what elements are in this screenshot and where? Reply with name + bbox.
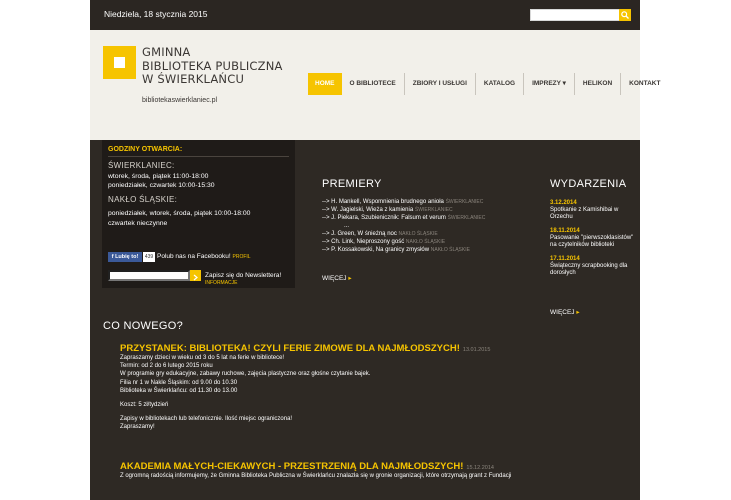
- main-nav: HOME O BIBLIOTECE ZBIORY I USŁUGI KATALO…: [308, 73, 668, 95]
- site-title-line: GMINNA: [142, 45, 191, 59]
- site-title-line: BIBLIOTEKA PUBLICZNA: [142, 58, 283, 73]
- article-title[interactable]: PRZYSTANEK: BIBLIOTEKA! CZYLI FERIE ZIMO…: [120, 343, 630, 354]
- facebook-promo: Polub nas na Facebooku! PROFIL: [157, 253, 251, 260]
- premiere-location: NAKŁO ŚLĄSKIE: [430, 247, 470, 253]
- article-text: Termin: od 2 do 6 lutego 2015 roku: [120, 363, 213, 370]
- logo-square-icon: [114, 57, 125, 68]
- event-item[interactable]: 18.11.2014 Pasowanie "pierwszoklasistów"…: [550, 228, 635, 249]
- main-content: GODZINY OTWARCIA: ŚWIERKLANIEC: wtorek, …: [90, 140, 640, 500]
- premiere-location: ŚWIERKLANIEC: [414, 207, 453, 213]
- site-header: GMINNA BIBLIOTEKA PUBLICZNA W ŚWIERKLAŃC…: [90, 30, 660, 140]
- article-text: Zapraszamy dzieci w wieku od 3 do 5 lat …: [120, 355, 285, 361]
- article-text: Zapraszamy!: [120, 424, 155, 431]
- current-date: Niedziela, 18 stycznia 2015: [104, 9, 208, 19]
- premiere-location: NAKŁO ŚLĄSKIE: [398, 231, 438, 237]
- nav-zbiory-i-uslugi[interactable]: ZBIORY I USŁUGI: [405, 73, 476, 95]
- site-title[interactable]: GMINNA BIBLIOTEKA PUBLICZNA W ŚWIERKLAŃC…: [142, 45, 283, 87]
- wydarzenia-list: 3.12.2014 Spotkanie z Kamishibai w Orzec…: [550, 200, 635, 284]
- search-button[interactable]: [619, 9, 631, 21]
- location-naklo-slaskie: NAKŁO ŚLĄSKIE:: [108, 195, 178, 204]
- article-text: W programie gry edukacyjne, zabawy rucho…: [120, 371, 371, 378]
- newsletter-submit-button[interactable]: [190, 270, 201, 281]
- search-icon: [621, 11, 629, 19]
- premiere-title: --> J. Piekara, Szubienicznik: Falsum et…: [322, 215, 446, 221]
- premiery-heading: PREMIERY: [322, 178, 382, 190]
- news-article: PRZYSTANEK: BIBLIOTEKA! CZYLI FERIE ZIMO…: [120, 343, 630, 432]
- opening-hours-panel: GODZINY OTWARCIA: ŚWIERKLANIEC: wtorek, …: [102, 140, 295, 288]
- nav-home[interactable]: HOME: [308, 73, 342, 95]
- article-text: Filia nr 1 w Nakle Śląskim: od 9.00 do 1…: [120, 379, 238, 386]
- premiere-title: --> H. Mankell, Wspomnienia brudnego ani…: [322, 199, 444, 205]
- newsletter-promo: Zapisz się do Newslettera! INFORMACJE: [205, 272, 295, 286]
- nav-o-bibliotece[interactable]: O BIBLIOTECE: [342, 73, 405, 95]
- facebook-profile-link[interactable]: PROFIL: [233, 254, 251, 260]
- event-date: 3.12.2014: [550, 200, 577, 206]
- premiere-location: NAKŁO ŚLĄSKIE: [405, 239, 446, 245]
- wydarzenia-more-link[interactable]: WIĘCEJ ▸: [550, 308, 580, 316]
- premiere-title: --> P. Kossakowski, Na granicy zmysłów: [322, 247, 430, 253]
- premiery-more-link[interactable]: WIĘCEJ ▸: [322, 274, 352, 282]
- premiere-item[interactable]: --> Ch. Link, Nieproszony gość NAKŁO ŚLĄ…: [322, 238, 485, 246]
- event-date: 17.11.2014: [550, 256, 580, 262]
- news-heading: CO NOWEGO?: [103, 320, 184, 332]
- event-title: Świąteczny scrapbooking dla dorosłych: [550, 263, 628, 276]
- hours-line: czwartek nieczynne: [108, 220, 168, 227]
- premiere-title: --> Ch. Link, Nieproszony gość: [322, 239, 405, 245]
- article-title-text: AKADEMIA MAŁYCH-CIEKAWYCH - PRZESTRZENIĄ…: [120, 461, 464, 472]
- arrow-right-icon: ▸: [576, 309, 580, 316]
- divider: [108, 156, 289, 157]
- opening-hours-title: GODZINY OTWARCIA:: [108, 146, 183, 153]
- premiere-item[interactable]: --> J. Green, W śnieżną noc NAKŁO ŚLĄSKI…: [322, 230, 485, 238]
- hours-line: wtorek, środa, piątek 11:00-18:00: [108, 173, 209, 180]
- premiere-item[interactable]: --> J. Piekara, Szubienicznik: Falsum et…: [322, 214, 485, 222]
- article-text: Biblioteka w Świerklańcu: od 11.30 do 13…: [120, 387, 238, 394]
- facebook-promo-text: Polub nas na Facebooku!: [157, 253, 231, 260]
- search-input[interactable]: [530, 9, 620, 21]
- news-article: AKADEMIA MAŁYCH-CIEKAWYCH - PRZESTRZENIĄ…: [120, 461, 630, 480]
- article-title-text: PRZYSTANEK: BIBLIOTEKA! CZYLI FERIE ZIMO…: [120, 343, 460, 354]
- chevron-right-icon: [193, 274, 198, 281]
- facebook-like-button[interactable]: f Lubię to!: [108, 252, 142, 262]
- article-text: Z ogromną radością informujemy, że Gminn…: [120, 473, 512, 479]
- page: Niedziela, 18 stycznia 2015 GMINNA BIBLI…: [90, 0, 660, 500]
- premiere-title: --> J. Green, W śnieżną noc: [322, 231, 397, 237]
- premiere-item[interactable]: --> W. Jagielski, Wieża z kamienia ŚWIER…: [322, 206, 485, 214]
- arrow-right-icon: ▸: [348, 275, 352, 282]
- premiery-ellipsis: ...: [344, 223, 350, 229]
- event-title: Spotkanie z Kamishibai w Orzechu: [550, 207, 619, 220]
- newsletter-promo-text: Zapisz się do Newslettera!: [205, 272, 282, 279]
- premiery-list: --> H. Mankell, Wspomnienia brudnego ani…: [322, 198, 485, 254]
- event-item[interactable]: 17.11.2014 Świąteczny scrapbooking dla d…: [550, 256, 635, 277]
- premiere-item[interactable]: --> P. Kossakowski, Na granicy zmysłów N…: [322, 246, 485, 254]
- top-bar: Niedziela, 18 stycznia 2015: [90, 0, 640, 30]
- premiere-location: ŚWIERKLANIEC: [445, 199, 484, 205]
- more-label: WIĘCEJ: [322, 275, 347, 282]
- logo[interactable]: [103, 46, 136, 79]
- event-item[interactable]: 3.12.2014 Spotkanie z Kamishibai w Orzec…: [550, 200, 635, 221]
- nav-imprezy[interactable]: IMPREZY ▾: [524, 73, 575, 95]
- nav-kontakt[interactable]: KONTAKT: [621, 73, 668, 95]
- facebook-like-count: 439: [143, 252, 155, 262]
- hours-line: poniedziałek, czwartek 10:00-15:30: [108, 182, 215, 189]
- premiere-location: ŚWIERKLANIEC: [447, 215, 486, 221]
- nav-helikon[interactable]: HELIKON: [575, 73, 622, 95]
- more-label: WIĘCEJ: [550, 309, 575, 316]
- site-url: bibliotekaswierklaniec.pl: [142, 97, 218, 104]
- article-text: Zapisy w bibliotekach lub telefonicznie.…: [120, 416, 293, 423]
- newsletter-info-link[interactable]: INFORMACJE: [205, 280, 238, 286]
- article-date: 15.12.2014: [466, 465, 494, 471]
- newsletter-email-input[interactable]: [108, 270, 190, 281]
- premiere-title: --> W. Jagielski, Wieża z kamienia: [322, 207, 414, 213]
- site-title-line: W ŚWIERKLAŃCU: [142, 72, 245, 86]
- event-title: Pasowanie "pierwszoklasistów" na czyteln…: [550, 235, 634, 248]
- article-text: Koszt: 5 zł/tydzień: [120, 402, 169, 409]
- hours-line: poniedziałek, wtorek, środa, piątek 10:0…: [108, 210, 251, 217]
- nav-katalog[interactable]: KATALOG: [476, 73, 525, 95]
- location-swierklaniec: ŚWIERKLANIEC:: [108, 161, 175, 170]
- article-title[interactable]: AKADEMIA MAŁYCH-CIEKAWYCH - PRZESTRZENIĄ…: [120, 461, 630, 472]
- article-date: 13.01.2015: [462, 347, 491, 353]
- event-date: 18.11.2014: [550, 228, 580, 234]
- wydarzenia-heading: WYDARZENIA: [550, 178, 627, 190]
- premiere-item[interactable]: --> H. Mankell, Wspomnienia brudnego ani…: [322, 198, 485, 206]
